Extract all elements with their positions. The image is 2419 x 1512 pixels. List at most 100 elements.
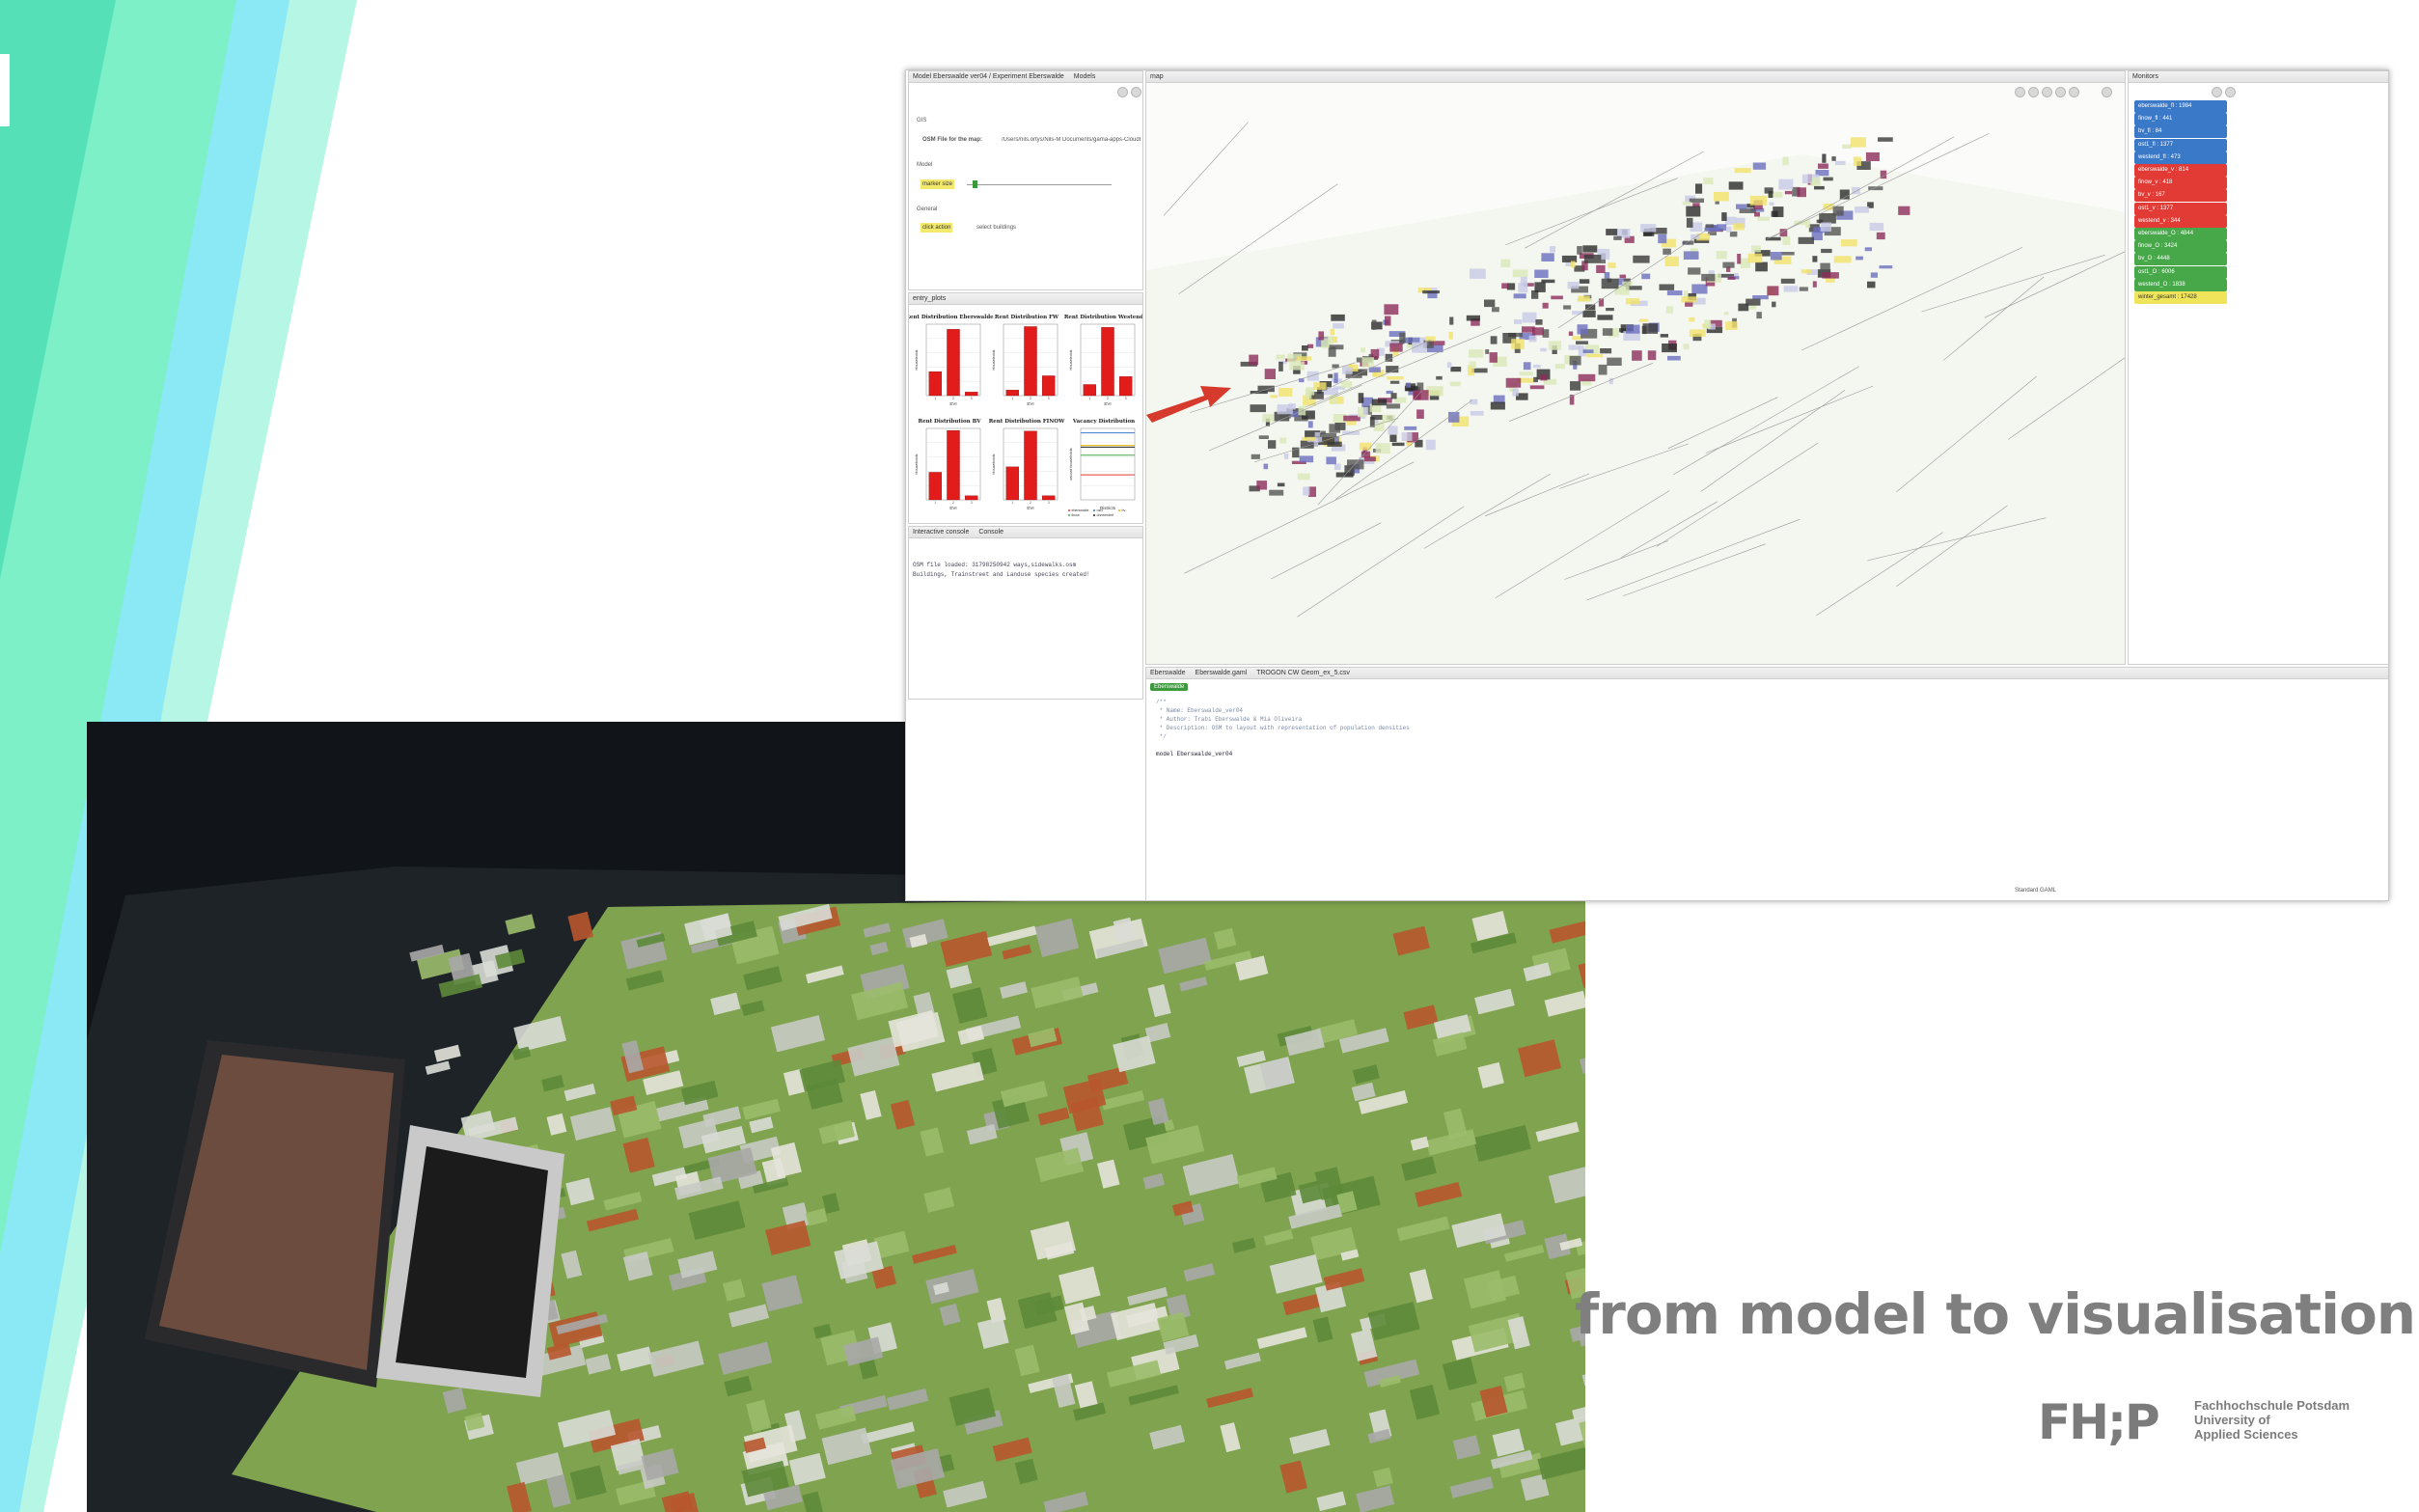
monitor-item[interactable]: eberswalde_fl : 1984 [2134,100,2227,113]
map-building [1662,344,1677,353]
editor-pane: Eberswalde Eberswalde.gaml TROGON CW Geo… [1145,667,2388,900]
monitor-item[interactable]: finow_v : 418 [2134,177,2227,190]
tab-csv[interactable]: TROGON CW Geom_ex_5.csv [1256,670,1350,676]
map-building [1667,355,1681,361]
tab-interactive-console[interactable]: Interactive console [913,529,969,536]
console-line: OSM file loaded: 31798250942 ways,sidewa… [913,562,1077,568]
chart-title: Rent Distribution Eberswalde [909,315,994,320]
add-icon[interactable] [1131,87,1141,97]
map-building [1704,319,1712,329]
map-building [1638,318,1649,322]
tab-eberswalde[interactable]: Eberswalde [1150,670,1186,676]
map-building [1723,312,1729,316]
tab-map[interactable]: map [1150,73,1164,80]
map-building [1604,272,1610,279]
monitor-item[interactable]: bv_fl : 84 [2134,125,2227,139]
revert-icon[interactable] [1117,87,1128,97]
monitor-item[interactable]: westend_v : 344 [2134,214,2227,228]
map-building [1492,307,1499,313]
map-building [1448,332,1453,340]
map-building [1716,251,1727,260]
osm-file-field[interactable]: /Users/nils.ortys/Nils-M Documents/gama-… [1002,137,1141,143]
tab-experiment[interactable]: Model Eberswalde ver04 / Experiment Eber… [913,73,1064,80]
map-building [1689,316,1695,322]
gama-platform-screenshot: Model Eberswalde ver04 / Experiment Eber… [905,69,2389,901]
monitor-item[interactable]: finow_O : 3424 [2134,240,2227,254]
map-building [1772,301,1776,308]
tab-models[interactable]: Models [1074,73,1096,80]
map-building [1729,231,1738,237]
map-building [1870,272,1878,278]
map-building [1490,336,1498,344]
map-building [1878,137,1893,142]
map-building [1416,382,1424,391]
map-building [1596,264,1606,273]
map-building [1302,345,1308,351]
map-building [1733,223,1745,231]
map-building [1501,283,1509,289]
map-building [1568,331,1574,336]
map-building [1570,381,1581,391]
status-bar: Standard GAML [2015,888,2057,893]
slider-handle[interactable] [973,180,977,188]
monitor-item[interactable]: westend_fl : 473 [2134,151,2227,164]
tick-label: 3 [1048,501,1050,505]
pause-icon[interactable] [2212,87,2222,97]
legend-marker [1093,509,1095,511]
monitor-item[interactable]: ost1_O : 6006 [2134,265,2227,279]
map-building [1567,282,1580,289]
click-action-select[interactable]: select buildings [976,225,1016,231]
monitor-item[interactable]: ost1_v : 1377 [2134,202,2227,215]
monitor-item[interactable]: eberswalde_O : 4844 [2134,228,2227,240]
map-building [1490,401,1505,410]
map-building [1578,373,1596,382]
osm-file-label: OSM File for the map: [922,137,983,143]
run-experiment-button[interactable]: Eberswalde [1150,683,1189,691]
monitor-item[interactable]: eberswalde_v : 814 [2134,164,2227,177]
map-building [1841,239,1857,247]
map-building [1865,151,1880,161]
chart-title: Vacancy Distribution [1072,419,1135,425]
tab-monitors[interactable]: Monitors [2132,73,2158,80]
monitor-item[interactable]: westend_O : 1838 [2134,278,2227,291]
map-canvas[interactable] [1146,96,2126,665]
monitor-item[interactable]: bv_v : 167 [2134,189,2227,203]
map-building [1683,344,1690,350]
monitor-item[interactable]: bv_O : 4448 [2134,253,2227,266]
monitor-item[interactable]: ost1_fl : 1377 [2134,138,2227,151]
tab-entry-plots[interactable]: entry_plots [913,295,946,302]
map-building [1801,269,1812,274]
y-axis-label: Households [1068,349,1073,370]
tab-console[interactable]: Console [978,529,1003,536]
map-building [1822,153,1827,163]
map-building [1633,255,1650,263]
monitor-item[interactable]: winter_gesamt : 17428 [2134,291,2227,304]
map-building [1333,322,1344,329]
add-icon[interactable] [2225,87,2236,97]
map-building [1850,137,1866,148]
map-building [1608,262,1616,268]
map-building [1835,160,1846,165]
map-building [1606,308,1614,312]
code-editor[interactable]: /** * Name: Eberswalde_ver04 * Author: T… [1156,699,1410,759]
marker-size-slider[interactable] [967,184,1112,185]
map-building [1332,336,1337,344]
tab-eberswalde-gaml[interactable]: Eberswalde.gaml [1196,670,1248,676]
map-building [1551,295,1563,300]
map-building [1519,371,1533,376]
map-building [1289,361,1305,371]
map-building [1814,185,1825,190]
chart-title: Rent Distribution Westend [1064,315,1143,320]
charts-tabbar: entry_plots [909,293,1142,305]
map-building [1879,265,1893,269]
map-building [1577,246,1582,255]
monitor-item[interactable]: finow_fl : 441 [2134,113,2227,126]
map-building [1626,324,1640,334]
map-building [1782,156,1789,166]
map-building [1422,290,1440,294]
logo-text: Fachhochschule Potsdam University of App… [2194,1398,2350,1442]
map-building [1726,226,1732,233]
map-building [1269,489,1284,496]
map-building [1666,290,1683,296]
map-building [1533,376,1538,383]
